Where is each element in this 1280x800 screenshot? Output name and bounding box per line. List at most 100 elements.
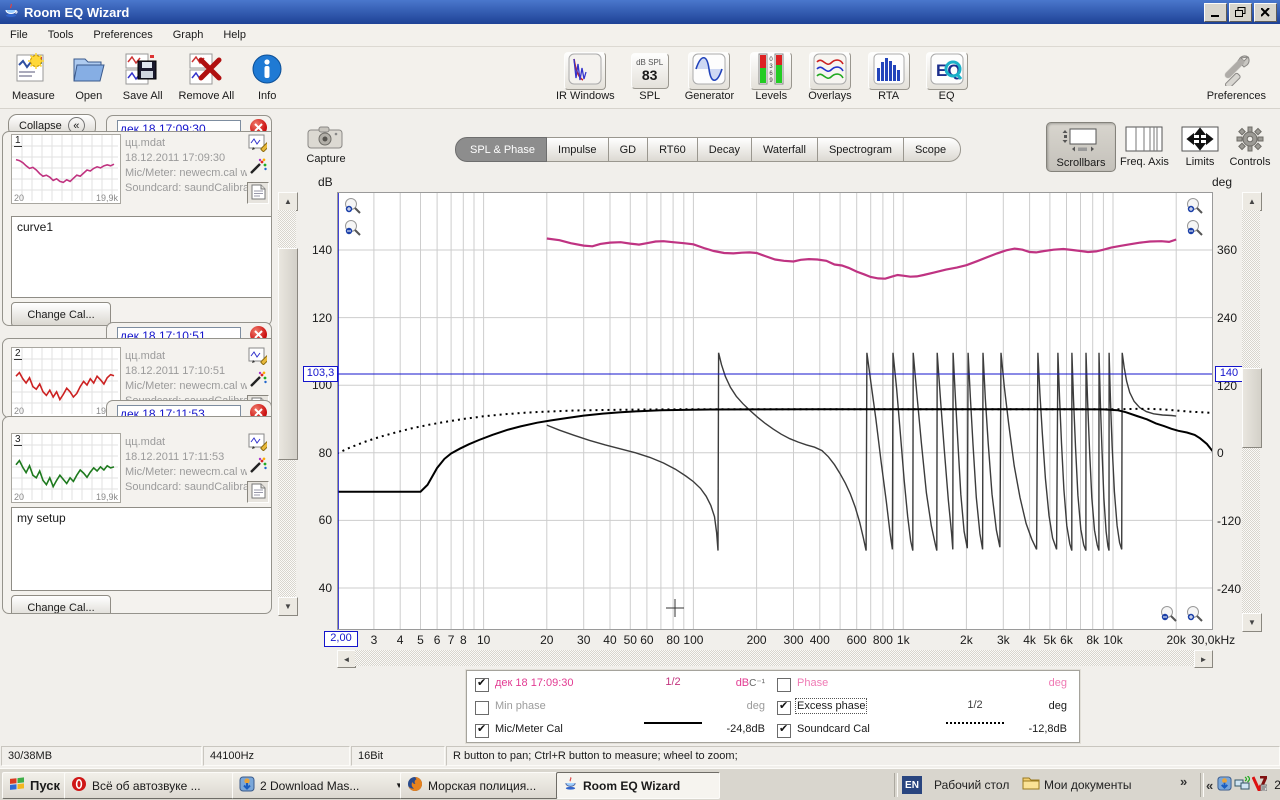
graph-h-scrollbar-track[interactable] <box>355 650 1195 666</box>
x-tick: 30,0kHz <box>1191 633 1235 647</box>
checkbox-checked[interactable]: ✔ <box>777 701 791 715</box>
checkbox-checked[interactable]: ✔ <box>475 724 489 738</box>
toolbar-button-remove-all[interactable]: Remove All <box>179 52 235 102</box>
controls-button[interactable]: Controls <box>1224 122 1276 170</box>
tray-dm-icon[interactable] <box>1217 776 1232 794</box>
wand-button[interactable] <box>247 371 267 391</box>
edit-chart-button[interactable] <box>247 347 267 367</box>
desktop-toolbar-label[interactable]: Рабочий стол <box>934 778 1009 792</box>
tab-spectrogram[interactable]: Spectrogram <box>818 137 904 162</box>
menu-graph[interactable]: Graph <box>163 25 214 45</box>
toolbar-button-label: Save All <box>123 90 163 102</box>
task-button-1[interactable]: 2 Download Mas...▼ <box>232 772 410 799</box>
measurement-notes-field[interactable]: curve1 <box>11 216 272 298</box>
legend-label[interactable]: Phase <box>797 677 828 689</box>
zoom-out-x-icon[interactable] <box>1162 607 1177 622</box>
y-left-axis-title: dB <box>318 175 333 189</box>
tab-waterfall[interactable]: Waterfall <box>752 137 818 162</box>
toolbar-button-label: EQ <box>926 90 968 102</box>
graph-h-scrollbar-right-arrow[interactable]: ► <box>1194 650 1213 668</box>
java-app-icon <box>3 10 19 22</box>
tab-rt60[interactable]: RT60 <box>648 137 698 162</box>
close-button[interactable] <box>1254 3 1277 22</box>
zoom-out-y-icon[interactable] <box>346 221 361 236</box>
toolbar-button-rta[interactable]: RTA <box>868 52 910 102</box>
change-cal-button[interactable]: Change Cal... <box>11 595 111 614</box>
scrollbars-button[interactable]: Scrollbars <box>1046 122 1116 172</box>
toolbar-button-levels[interactable]: 0369Levels <box>750 52 792 102</box>
limits-button[interactable]: Limits <box>1174 122 1226 170</box>
legend-label[interactable]: Excess phase <box>797 700 865 712</box>
sidebar-scrollbar-down-arrow[interactable]: ▼ <box>278 597 298 616</box>
folder-icon[interactable] <box>1022 781 1040 793</box>
change-cal-button[interactable]: Change Cal... <box>11 302 111 326</box>
wand-button[interactable] <box>247 158 267 178</box>
measurement-notes-field[interactable]: my setup <box>11 507 272 591</box>
edit-chart-button[interactable] <box>247 134 267 154</box>
checkbox-unchecked[interactable] <box>475 701 489 715</box>
legend-label[interactable]: Soundcard Cal <box>797 723 870 735</box>
task-button-2[interactable]: Морская полиция... <box>400 772 566 799</box>
task-button-0[interactable]: Всё об автозвуке ... <box>64 772 242 799</box>
sidebar-scrollbar-up-arrow[interactable]: ▲ <box>278 192 298 211</box>
tab-spl-phase[interactable]: SPL & Phase <box>455 137 547 162</box>
zoom-in-right-icon[interactable] <box>1188 199 1203 214</box>
graph-v-scrollbar-up-arrow[interactable]: ▲ <box>1242 192 1262 211</box>
capture-button[interactable]: Capture <box>303 126 349 165</box>
legend-label[interactable]: Min phase <box>495 700 546 712</box>
language-indicator[interactable]: EN <box>902 776 922 794</box>
menu-tools[interactable]: Tools <box>38 25 84 45</box>
legend-value: deg <box>747 700 765 712</box>
legend-label[interactable]: Mic/Meter Cal <box>495 723 563 735</box>
toolbar-button-info[interactable]: Info <box>250 52 284 102</box>
tray-network-icon[interactable] <box>1234 776 1250 794</box>
spl-phase-plot[interactable] <box>337 192 1213 630</box>
menu-preferences[interactable]: Preferences <box>83 25 162 45</box>
legend-label[interactable]: дек 18 17:09:30 <box>495 677 574 689</box>
toolbar-button-eq[interactable]: EQEQ <box>926 52 968 102</box>
tab-scope[interactable]: Scope <box>904 137 961 162</box>
toolbar-button-ir-windows[interactable]: IR Windows <box>556 52 615 102</box>
my-documents-label[interactable]: Мои документы <box>1044 778 1131 792</box>
menu-help[interactable]: Help <box>213 25 256 45</box>
checkbox-checked[interactable]: ✔ <box>777 724 791 738</box>
tab-gd[interactable]: GD <box>609 137 649 162</box>
minimize-button[interactable] <box>1204 3 1227 22</box>
wand-button[interactable] <box>247 457 267 477</box>
title-bar: Room EQ Wizard <box>0 0 1280 24</box>
measurement-thumbnail[interactable]: 12019,9k <box>11 134 121 204</box>
toolbar-button-preferences[interactable]: Preferences <box>1207 52 1266 102</box>
toolbar-button-open[interactable]: Open <box>71 52 107 102</box>
edit-chart-button[interactable] <box>247 433 267 453</box>
tab-impulse[interactable]: Impulse <box>547 137 609 162</box>
zoom-out-right-icon[interactable] <box>1188 221 1203 236</box>
zoom-in-y-icon[interactable] <box>346 199 361 214</box>
toolbar-button-measure[interactable]: Measure <box>12 52 55 102</box>
tab-decay[interactable]: Decay <box>698 137 752 162</box>
checkbox-checked[interactable]: ✔ <box>475 678 489 692</box>
tray-collapse-chevron[interactable]: « <box>1206 778 1213 793</box>
measurement-thumbnail[interactable]: 22019,9k <box>11 347 121 417</box>
notes-icon <box>251 184 266 203</box>
status-cell-2: 16Bit <box>351 746 445 766</box>
tray-antivirus-icon[interactable] <box>1252 776 1267 794</box>
toolbar-button-generator[interactable]: Generator <box>685 52 735 102</box>
notes-button[interactable] <box>247 481 269 503</box>
graph-h-scrollbar-left-arrow[interactable]: ◄ <box>337 650 356 668</box>
measurement-thumbnail[interactable]: 32019,9k <box>11 433 121 503</box>
zoom-in-x-icon[interactable] <box>1188 607 1203 622</box>
task-button-3[interactable]: Room EQ Wizard <box>556 772 720 799</box>
graph-v-scrollbar-down-arrow[interactable]: ▼ <box>1242 613 1262 632</box>
toolbar-overflow-chevron[interactable]: » <box>1180 774 1187 789</box>
notes-button[interactable] <box>247 182 269 204</box>
restore-button[interactable] <box>1229 3 1252 22</box>
check-icon: ✔ <box>779 699 788 712</box>
graph-v-scrollbar-thumb[interactable] <box>1242 368 1262 448</box>
toolbar-button-save-all[interactable]: Save All <box>123 52 163 102</box>
toolbar-button-overlays[interactable]: Overlays <box>808 52 851 102</box>
checkbox-unchecked[interactable] <box>777 678 791 692</box>
sidebar-scrollbar-thumb[interactable] <box>278 248 298 460</box>
toolbar-button-spl[interactable]: dB SPL83SPL <box>631 52 669 102</box>
menu-file[interactable]: File <box>0 25 38 45</box>
freq-axis-button[interactable]: Freq. Axis <box>1118 122 1170 170</box>
